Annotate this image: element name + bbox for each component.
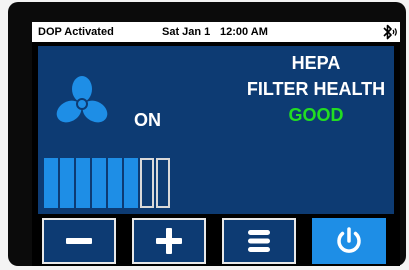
menu-button[interactable] [222, 218, 296, 264]
bluetooth-icon [380, 23, 398, 44]
speed-bar-segment [44, 158, 58, 208]
speed-bar-segment [76, 158, 90, 208]
minus-icon [66, 238, 92, 244]
speed-bar-segment [108, 158, 122, 208]
fan-icon [54, 76, 110, 132]
speed-bar-segment [60, 158, 74, 208]
filter-health-label: FILTER HEALTH [246, 79, 386, 99]
speed-bar-segment [156, 158, 170, 208]
power-icon [337, 227, 361, 253]
filter-type-label: HEPA [291, 53, 341, 73]
speed-bar-segment [124, 158, 138, 208]
power-button[interactable] [312, 218, 386, 264]
mode-status: DOP Activated [38, 26, 114, 38]
menu-icon [248, 230, 270, 252]
decrease-button[interactable] [42, 218, 116, 264]
filter-status-value: GOOD [288, 105, 344, 125]
control-bar [32, 218, 400, 266]
plus-icon [156, 228, 182, 254]
time-label: 12:00 AM [220, 26, 268, 38]
filter-health: HEPA FILTER HEALTH GOOD [238, 50, 394, 128]
status-bar: DOP Activated Sat Jan 1 12:00 AM [32, 22, 400, 42]
speed-bar-segment [140, 158, 154, 208]
date-label: Sat Jan 1 [162, 26, 211, 38]
speed-bar-segment [92, 158, 106, 208]
increase-button[interactable] [132, 218, 206, 264]
main-panel: ON HEPA FILTER HEALTH GOOD [38, 46, 394, 214]
fan-state-label: ON [134, 110, 161, 130]
touch-screen: DOP Activated Sat Jan 1 12:00 AM ON HEPA… [32, 22, 400, 266]
